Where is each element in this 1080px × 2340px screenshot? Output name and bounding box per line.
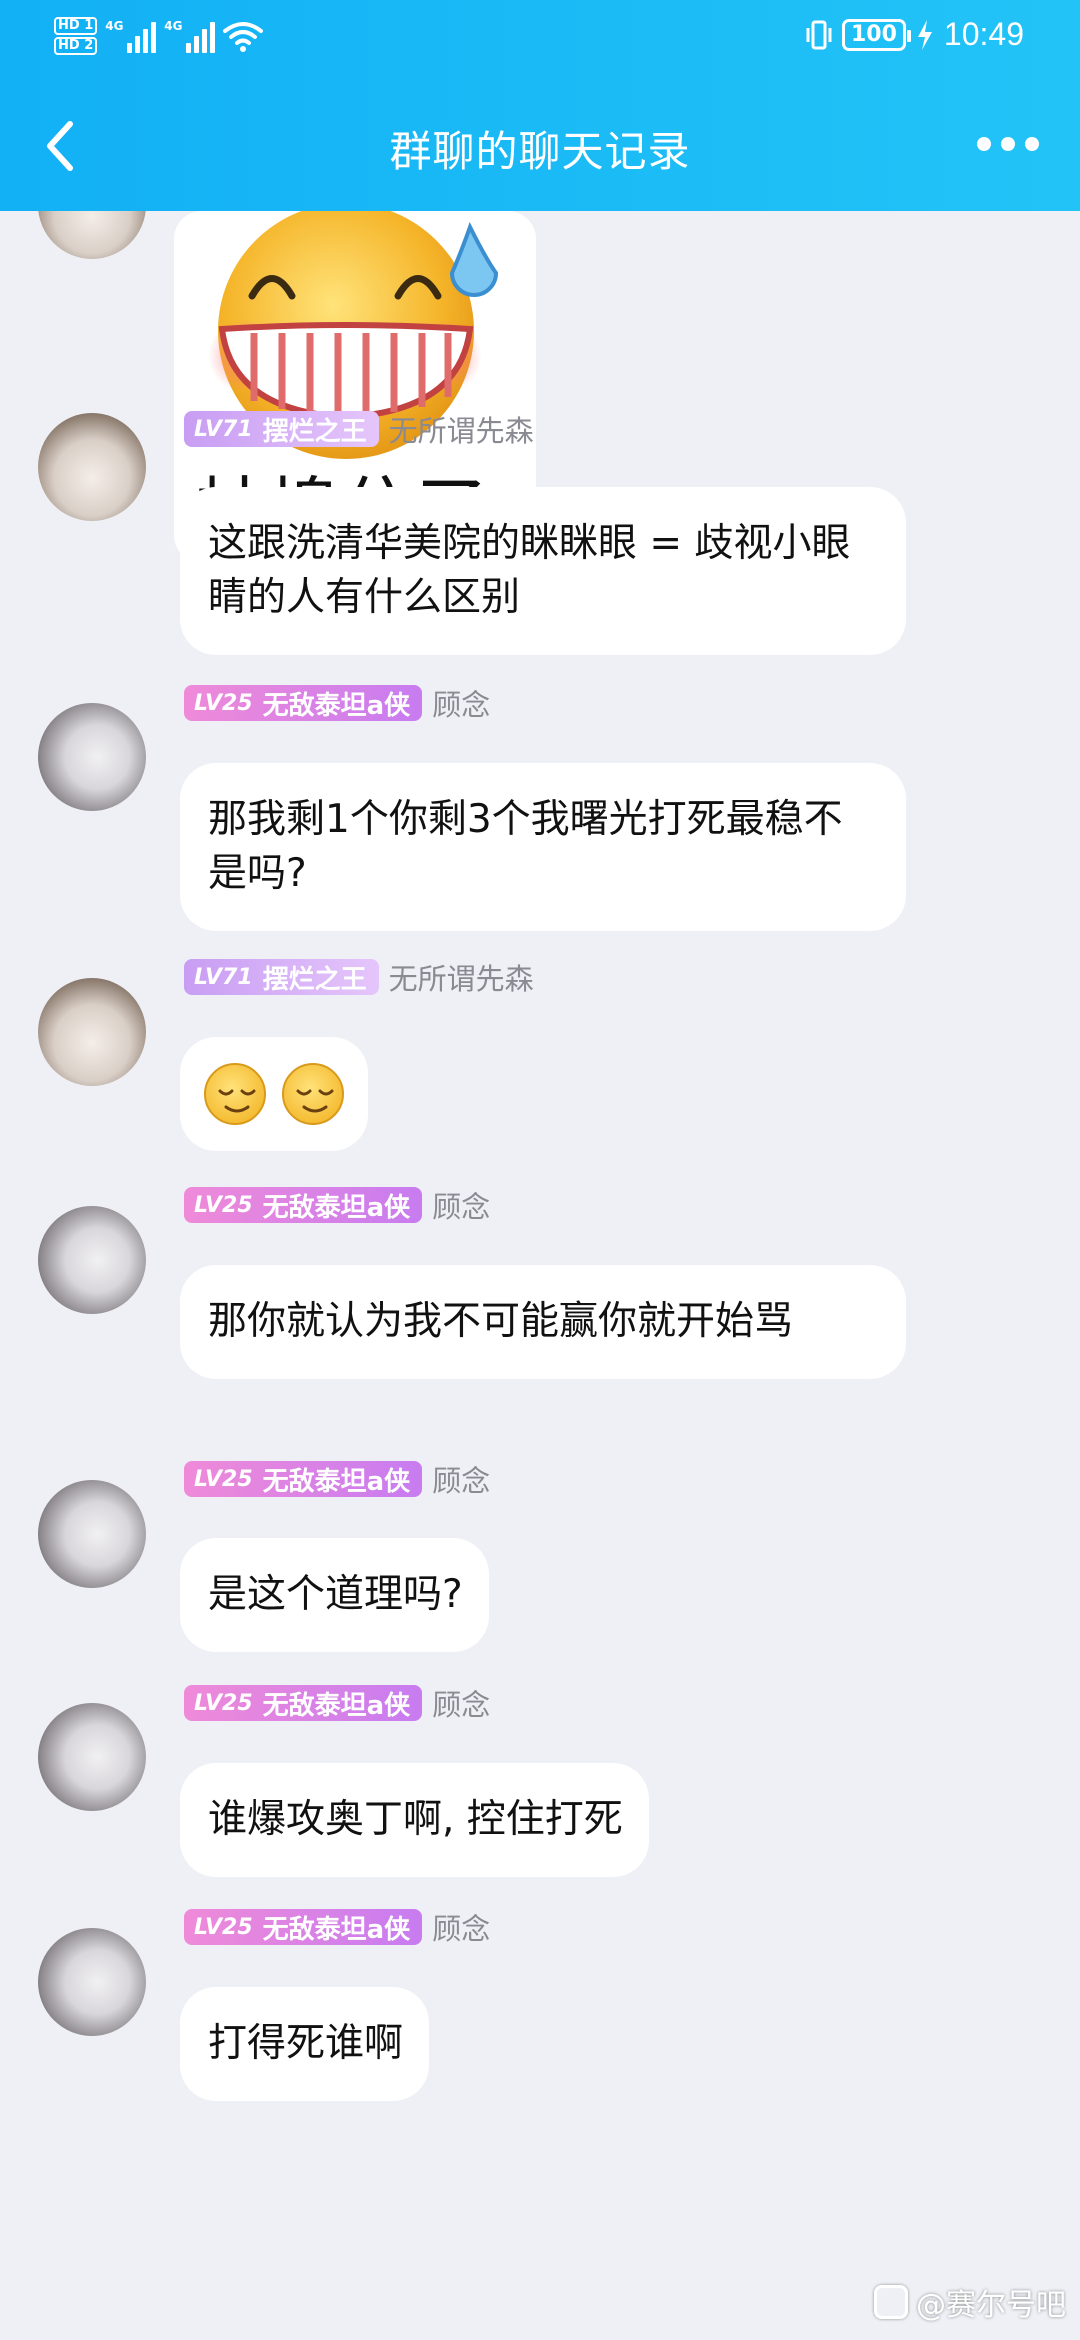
sender-nickname[interactable]: 无所谓先森 (389, 956, 534, 998)
avatar[interactable] (38, 1928, 146, 2036)
app-header: HD 1 HD 2 4G 4G 100 10:49 群聊的聊天记录 (0, 0, 1080, 211)
avatar[interactable] (38, 1480, 146, 1588)
message-bubble[interactable]: 那我剩1个你剩3个我曙光打死最稳不是吗? (180, 763, 906, 931)
avatar[interactable] (38, 211, 146, 259)
sender-meta: LV71 摆烂之王 无所谓先森 (184, 957, 534, 997)
message-bubble[interactable]: 是这个道理吗? (180, 1538, 489, 1652)
sender-nickname[interactable]: 顾念 (432, 682, 490, 724)
net2-label: 4G (164, 19, 183, 33)
avatar[interactable] (38, 1703, 146, 1811)
relieved-face-icon (282, 1063, 344, 1125)
status-right: 100 10:49 (806, 16, 1024, 53)
avatar[interactable] (38, 413, 146, 521)
hd-indicator: HD 1 HD 2 (54, 17, 98, 55)
level-badge[interactable]: LV25 无敌泰坦a侠 (184, 1909, 423, 1945)
watermark-text: @赛尔号吧 (916, 2288, 1066, 2323)
avatar[interactable] (38, 978, 146, 1086)
message-bubble[interactable]: 这跟洗清华美院的眯眯眼 = 歧视小眼睛的人有什么区别 (180, 487, 906, 655)
sender-nickname[interactable]: 无所谓先森 (389, 408, 534, 450)
sender-meta: LV25 无敌泰坦a侠 顾念 (184, 1185, 490, 1225)
sender-meta: LV25 无敌泰坦a侠 顾念 (184, 683, 490, 723)
battery-indicator: 100 (841, 18, 911, 51)
sender-nickname[interactable]: 顾念 (432, 1682, 490, 1724)
status-bar: HD 1 HD 2 4G 4G 100 10:49 (0, 0, 1080, 72)
level-badge[interactable]: LV25 无敌泰坦a侠 (184, 1187, 423, 1223)
charging-icon (917, 19, 932, 50)
more-options-icon[interactable] (976, 132, 1040, 156)
status-left: HD 1 HD 2 4G 4G (54, 14, 264, 58)
wifi-icon (223, 22, 264, 52)
net1-label: 4G (105, 19, 124, 33)
message-bubble[interactable]: 打得死谁啊 (180, 1987, 430, 2101)
level-badge[interactable]: LV71 摆烂之王 (184, 959, 379, 995)
page-title: 群聊的聊天记录 (389, 127, 691, 176)
level-badge[interactable]: LV25 无敌泰坦a侠 (184, 1685, 423, 1721)
signal-1-icon: 4G (105, 19, 157, 53)
clock: 10:49 (943, 16, 1024, 52)
avatar[interactable] (38, 1206, 146, 1314)
sender-nickname[interactable]: 顾念 (432, 1184, 490, 1226)
sender-nickname[interactable]: 顾念 (432, 1906, 490, 1948)
nav-bar: 群聊的聊天记录 (0, 100, 1080, 190)
sender-nickname[interactable]: 顾念 (432, 1458, 490, 1500)
chat-history[interactable]: 蚌埠住了 LV71 摆烂之王 无所谓先森 这跟洗清华美院的眯眯眼 = 歧视小眼睛… (0, 211, 1080, 2340)
signal-2-icon: 4G (164, 19, 216, 53)
message-bubble[interactable]: 谁爆攻奥丁啊, 控住打死 (180, 1763, 649, 1877)
watermark: @赛尔号吧 (874, 2280, 1066, 2324)
message-bubble[interactable]: 那你就认为我不可能赢你就开始骂 (180, 1265, 906, 1379)
sender-meta: LV25 无敌泰坦a侠 顾念 (184, 1907, 490, 1947)
avatar[interactable] (38, 703, 146, 811)
hd2-label: HD 2 (54, 37, 98, 55)
sender-meta: LV25 无敌泰坦a侠 顾念 (184, 1683, 490, 1723)
level-badge[interactable]: LV25 无敌泰坦a侠 (184, 1461, 423, 1497)
sender-meta: LV25 无敌泰坦a侠 顾念 (184, 1459, 490, 1499)
emoji-message-bubble[interactable] (180, 1037, 368, 1151)
level-badge[interactable]: LV71 摆烂之王 (184, 411, 379, 447)
relieved-face-icon (204, 1063, 266, 1125)
tieba-logo-icon (874, 2285, 908, 2319)
sender-meta: LV71 摆烂之王 无所谓先森 (184, 409, 534, 449)
hd1-label: HD 1 (54, 17, 98, 35)
level-badge[interactable]: LV25 无敌泰坦a侠 (184, 685, 423, 721)
vibrate-icon (806, 20, 832, 49)
